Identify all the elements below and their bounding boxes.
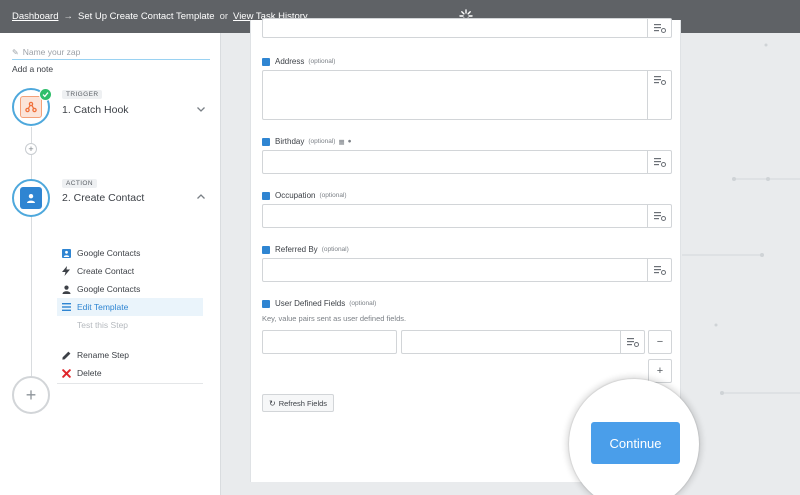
add-note-link[interactable]: Add a note (12, 64, 53, 74)
insert-field-icon[interactable] (647, 205, 671, 227)
zap-name-input[interactable]: ✎ Name your zap (12, 45, 210, 60)
contact-field-icon (262, 191, 270, 200)
help-icon[interactable]: ● (348, 138, 352, 145)
insert-step-button[interactable]: + (25, 143, 37, 155)
breadcrumb-or: or (219, 11, 229, 22)
refresh-fields-button[interactable]: ↻ Refresh Fields (262, 394, 335, 412)
birthday-label: Birthday (optional) ▦ ● (262, 137, 352, 146)
test-icon (61, 320, 71, 330)
insert-field-icon[interactable] (620, 331, 644, 353)
substep-edit-template[interactable]: Edit Template (57, 298, 203, 316)
rename-step-label: Rename Step (77, 350, 129, 360)
action-step-circle[interactable] (12, 179, 50, 217)
substep-label: Google Contacts (77, 248, 141, 258)
contact-field-icon (262, 57, 270, 66)
optional-tag: (optional) (349, 300, 377, 307)
insert-field-icon[interactable] (647, 19, 671, 37)
address-label-text: Address (275, 57, 305, 66)
previous-field-input[interactable] (262, 18, 672, 38)
google-contacts-icon (61, 248, 71, 258)
birthday-label-text: Birthday (275, 137, 305, 146)
udf-key-input[interactable] (262, 330, 397, 354)
remove-row-button[interactable]: − (648, 330, 672, 354)
rename-step-button[interactable]: Rename Step (57, 346, 203, 364)
contact-field-icon (262, 245, 270, 254)
substep-label: Edit Template (77, 302, 129, 312)
substep-test-step[interactable]: Test this Step (57, 316, 203, 334)
substep-label: Test this Step (77, 320, 129, 330)
substep-label: Google Contacts (77, 284, 141, 294)
chevron-up-icon[interactable] (196, 192, 206, 202)
substep-choose-action[interactable]: Create Contact (57, 262, 203, 280)
address-input[interactable] (262, 70, 672, 120)
birthday-input[interactable] (262, 150, 672, 174)
breadcrumb-current: Set Up Create Contact Template (77, 11, 215, 22)
calendar-icon: ▦ (338, 138, 345, 146)
insert-field-icon[interactable] (647, 151, 671, 173)
lightning-icon (61, 266, 71, 276)
delete-step-label: Delete (77, 368, 102, 378)
action-step-title[interactable]: 2. Create Contact (62, 192, 144, 204)
occupation-input[interactable] (262, 204, 672, 228)
substep-label: Create Contact (77, 266, 135, 276)
webhook-icon (20, 96, 42, 118)
chevron-down-icon[interactable] (196, 104, 206, 114)
continue-button[interactable]: Continue (591, 422, 680, 464)
referred-by-label: Referred By (optional) (262, 245, 349, 254)
trigger-tag: TRIGGER (62, 90, 103, 99)
user-icon (61, 284, 71, 294)
address-label: Address (optional) (262, 57, 335, 66)
contact-field-icon (262, 299, 270, 308)
step-timeline (31, 127, 32, 403)
substep-choose-app[interactable]: Google Contacts (57, 244, 203, 262)
refresh-fields-label: Refresh Fields (278, 398, 328, 408)
delete-step-button[interactable]: Delete (57, 364, 203, 382)
optional-tag: (optional) (308, 138, 336, 145)
referred-by-label-text: Referred By (275, 245, 318, 254)
google-contacts-icon (20, 187, 42, 209)
pencil-icon (61, 350, 71, 360)
substep-choose-account[interactable]: Google Contacts (57, 280, 203, 298)
referred-by-input[interactable] (262, 258, 672, 282)
zap-name-placeholder: Name your zap (22, 47, 81, 57)
insert-field-icon[interactable] (647, 259, 671, 281)
udf-label-text: User Defined Fields (275, 299, 346, 308)
occupation-label-text: Occupation (275, 191, 316, 200)
action-substeps: Google Contacts Create Contact Google Co… (57, 244, 203, 382)
occupation-label: Occupation (optional) (262, 191, 347, 200)
optional-tag: (optional) (319, 192, 347, 199)
add-step-button[interactable]: + (12, 376, 50, 414)
breadcrumb-arrow: → (63, 11, 73, 22)
insert-field-icon[interactable] (647, 71, 671, 119)
check-icon (39, 88, 52, 101)
pencil-icon: ✎ (12, 47, 19, 57)
trigger-step-title[interactable]: 1. Catch Hook (62, 104, 129, 116)
udf-help-text: Key, value pairs sent as user defined fi… (262, 314, 407, 323)
dashboard-link[interactable]: Dashboard (12, 11, 58, 22)
divider (57, 383, 203, 384)
udf-value-input[interactable] (401, 330, 645, 354)
user-defined-fields-label: User Defined Fields (optional) (262, 299, 376, 308)
plus-icon: + (25, 385, 37, 405)
action-tag: ACTION (62, 179, 97, 188)
optional-tag: (optional) (321, 246, 349, 253)
optional-tag: (optional) (308, 58, 336, 65)
add-row-button[interactable]: + (648, 359, 672, 383)
contact-field-icon (262, 137, 270, 146)
refresh-icon: ↻ (269, 398, 276, 408)
zap-editor-sidebar: ✎ Name your zap Add a note TRIGGER 1. Ca… (0, 33, 221, 495)
list-icon (61, 302, 71, 312)
background-pattern (682, 43, 800, 395)
delete-x-icon (61, 368, 71, 378)
